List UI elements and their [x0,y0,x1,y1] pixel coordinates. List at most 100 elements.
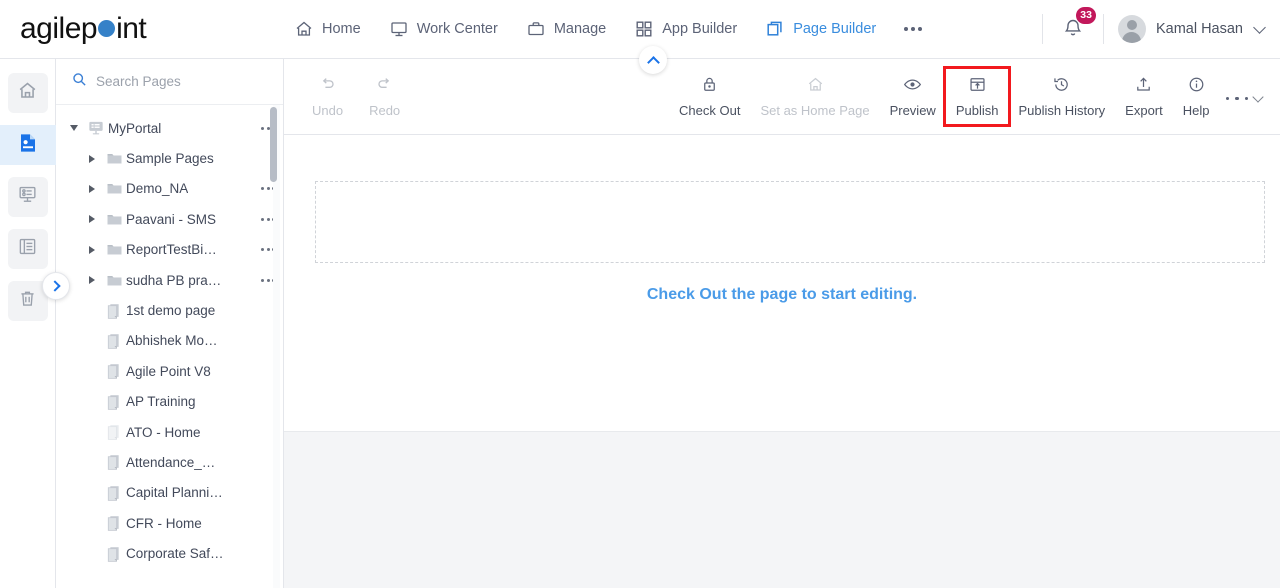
chevron-down-icon[interactable] [64,125,84,132]
page-icon [102,332,126,350]
undo-button[interactable]: Undo [302,69,353,124]
nav-label-home: Home [322,21,361,37]
logo-text: agilep int [20,12,147,45]
top-navigation-bar: agilep int Home Work Center Manage App B… [0,0,1280,59]
nav-item-page-builder[interactable]: Page Builder [751,13,890,45]
tree-item[interactable]: MyPortal [56,113,283,143]
nav-item-app-builder[interactable]: App Builder [620,13,751,45]
tree-item[interactable]: Abhishek Mo… [56,326,283,356]
tree-item[interactable]: Agile Point V8 [56,356,283,386]
nav-label-app-builder: App Builder [662,21,738,37]
nav-label-work-center: Work Center [416,21,498,37]
check-out-button[interactable]: Check Out [669,69,750,124]
page-icon [102,302,126,320]
eye-icon [903,75,922,97]
more-dot [911,27,916,31]
monitor-icon [389,19,409,39]
tree-item-label: AP Training [126,394,196,410]
tree-item[interactable]: ReportTestBi… [56,235,283,265]
lock-icon [700,75,719,97]
redo-label: Redo [369,103,401,118]
left-icon-rail [0,59,56,588]
undo-label: Undo [312,103,344,118]
page-icon [102,484,126,502]
rail-item-home[interactable] [7,73,48,113]
logo-dot [98,20,116,37]
user-menu[interactable]: Kamal Hasan [1117,15,1266,43]
folder-icon [102,211,126,228]
tree-item-label: sudha PB pra… [126,272,222,288]
tree-scrollbar-track[interactable] [270,105,280,588]
notifications-button[interactable]: 33 [1057,5,1097,48]
page-canvas[interactable]: Check Out the page to start editing. [284,135,1280,431]
tree-item-label: CFR - Home [126,515,202,531]
tree-scroll-area: MyPortal Sample Pages Demo_NA Paavani - SMS… [56,105,283,588]
agilepoint-logo[interactable]: agilep int [0,12,280,46]
tree-item[interactable]: Demo_NA [56,174,283,204]
page-icon [102,453,126,471]
search-icon [72,72,87,92]
export-button[interactable]: Export [1115,69,1173,124]
more-dot [918,27,923,31]
tree-item[interactable]: Corporate Saf… [56,538,283,568]
publish-button[interactable]: Publish [942,66,1012,127]
undo-icon [318,75,337,97]
editor-toolbar: Undo Redo Check Out Set as Home Page Pre… [284,59,1280,135]
nav-item-work-center[interactable]: Work Center [375,13,512,45]
tree-item[interactable]: 1st demo page [56,295,283,325]
collapse-toolbar-button[interactable] [639,46,667,74]
page-icon [17,132,39,159]
page-icon [102,393,126,411]
search-input[interactable] [96,74,269,89]
overflow-dot [1225,96,1229,101]
check-out-label: Check Out [679,103,741,118]
tree-item-label: 1st demo page [126,303,216,319]
chevron-right-icon[interactable] [82,215,102,224]
nav-right-section: 33 Kamal Hasan [1028,0,1280,58]
canvas-background [284,431,1280,588]
chevron-right-icon[interactable] [82,184,102,193]
tree-item-label: Corporate Saf… [126,546,224,562]
rail-item-forms[interactable] [7,177,48,217]
tree-item[interactable]: Capital Planni… [56,478,283,508]
preview-button[interactable]: Preview [880,69,946,124]
tree-item[interactable]: AP Training [56,387,283,417]
redo-icon [375,75,394,97]
expand-panel-button[interactable] [42,272,70,300]
tree-item-label: Abhishek Mo… [126,333,218,349]
tree-item[interactable]: CFR - Home [56,508,283,538]
avatar [1117,15,1146,43]
tree-item-label: Capital Planni… [126,485,223,501]
redo-button[interactable]: Redo [359,69,410,124]
nav-item-manage[interactable]: Manage [512,13,620,45]
tree-item-label: Demo_NA [126,181,189,197]
tree-item-label: ReportTestBi… [126,242,217,258]
nav-more-button[interactable] [890,21,936,37]
toolbar-left-group: Undo Redo [284,69,410,124]
set-as-home-page-button[interactable]: Set as Home Page [750,69,879,124]
help-label: Help [1182,103,1210,118]
tree-scrollbar-thumb[interactable] [270,107,277,182]
toolbar-right-group: Check Out Set as Home Page Preview Publi… [669,66,1280,127]
publish-history-button[interactable]: Publish History [1008,69,1115,124]
rail-item-pages[interactable] [0,125,56,165]
rail-item-list[interactable] [7,229,48,269]
chevron-right-icon[interactable] [82,154,102,163]
chevron-right-icon[interactable] [82,276,102,285]
tree-item-label: Agile Point V8 [126,363,211,379]
tree-item[interactable]: Paavani - SMS [56,204,283,234]
toolbar-overflow-button[interactable] [1220,90,1273,103]
tree-item[interactable]: Attendance_… [56,447,283,477]
tree-item-label: Attendance_… [126,454,216,470]
chevron-right-icon[interactable] [82,245,102,254]
tree-item[interactable]: Sample Pages [56,143,283,173]
trash-icon [17,288,38,314]
tree-item[interactable]: ATO - Home [56,417,283,447]
nav-item-home[interactable]: Home [280,13,375,45]
grid-icon [634,19,654,39]
nav-divider [1102,14,1104,44]
tree-item[interactable]: sudha PB pra… [56,265,283,295]
chevron-right-icon [48,280,61,292]
list-icon [17,236,38,262]
help-button[interactable]: Help [1173,69,1220,124]
